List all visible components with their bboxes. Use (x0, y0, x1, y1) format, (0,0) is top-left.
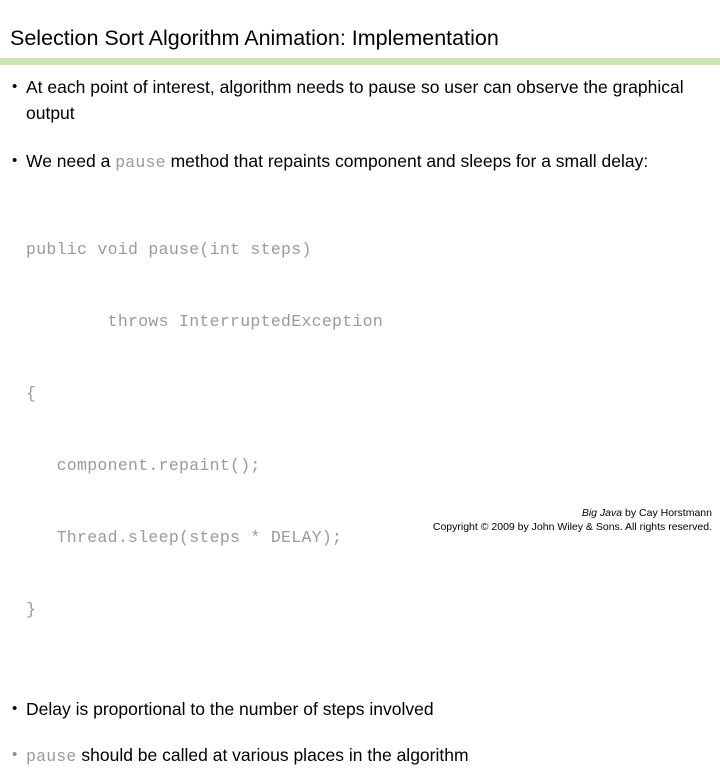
bullet-text: We need a pause method that repaints com… (26, 148, 706, 176)
bullet-text-post: should be called at various places in th… (76, 745, 469, 765)
slide-body: • At each point of interest, algorithm n… (0, 74, 720, 774)
code-token-pause: pause (26, 747, 77, 766)
book-byline: by Cay Horstmann (622, 507, 712, 519)
book-title: Big Java (581, 507, 623, 519)
code-block: public void pause(int steps) throws Inte… (0, 190, 720, 670)
bullet-text-post: method that repaints component and sleep… (165, 151, 649, 171)
code-line: component.repaint(); (26, 456, 261, 475)
bullet-item: • Delay is proportional to the number of… (0, 696, 720, 722)
bullet-item: • At each point of interest, algorithm n… (0, 74, 720, 126)
code-line: } (26, 600, 37, 619)
page-title: Selection Sort Algorithm Animation: Impl… (10, 26, 499, 50)
footer-copyright: Copyright © 2009 by John Wiley & Sons. A… (432, 521, 712, 533)
bullet-item: • pause should be called at various plac… (0, 742, 720, 770)
code-line: public void pause(int steps) (26, 240, 312, 259)
footer-attribution: Big Java by Cay Horstmann (433, 506, 712, 520)
title-divider (0, 58, 720, 65)
bullet-dot-icon: • (12, 152, 18, 169)
bullet-text: Delay is proportional to the number of s… (26, 699, 434, 719)
footer: Big Java by Cay Horstmann Copyright © 20… (433, 506, 712, 534)
code-line: throws InterruptedException (26, 312, 384, 331)
bullet-dot-icon: • (12, 700, 18, 717)
title-block: Selection Sort Algorithm Animation: Impl… (0, 24, 720, 52)
slide: Selection Sort Algorithm Animation: Impl… (0, 0, 720, 766)
bullet-text: pause should be called at various places… (26, 742, 706, 770)
bullet-text: At each point of interest, algorithm nee… (26, 77, 684, 123)
code-line: { (26, 384, 37, 403)
bullet-text-pre: We need a (26, 151, 116, 171)
code-token-pause: pause (115, 153, 166, 172)
bullet-dot-icon: • (12, 78, 18, 95)
bullet-item: • We need a pause method that repaints c… (0, 148, 720, 176)
bullet-dot-icon: • (12, 746, 18, 763)
